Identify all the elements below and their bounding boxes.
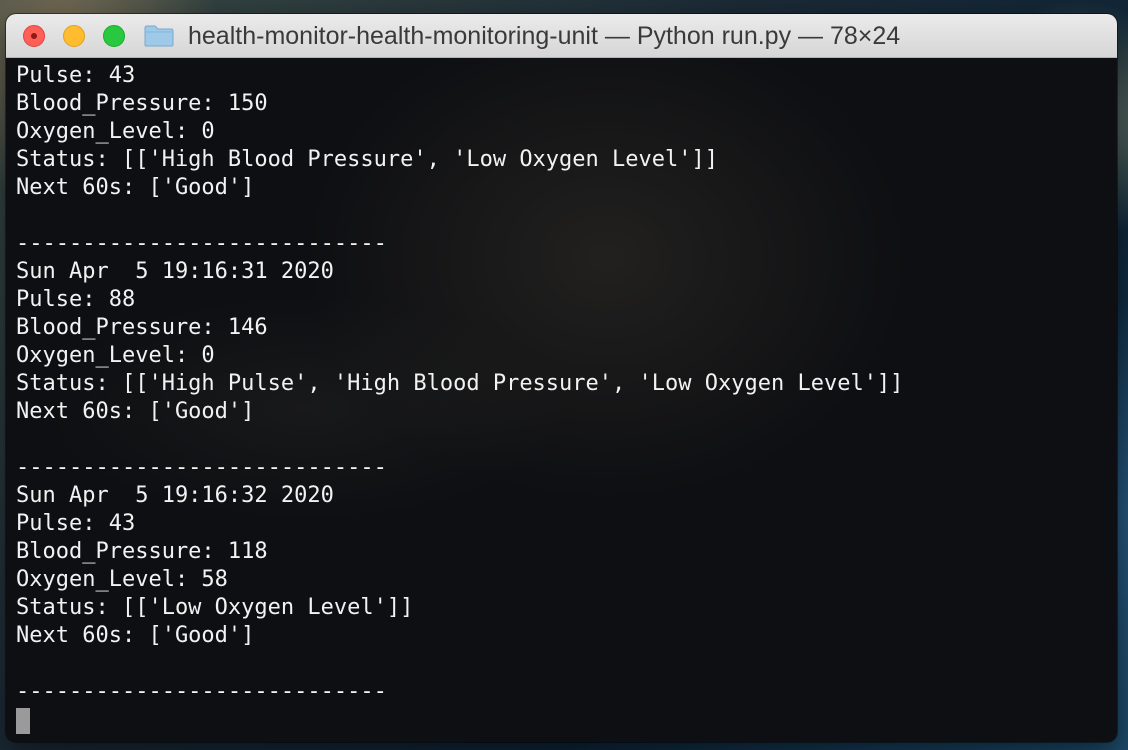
separator-line: ---------------------------- — [16, 455, 387, 480]
terminal-line: Blood_Pressure: 150 — [16, 91, 268, 116]
zoom-button[interactable] — [103, 25, 125, 47]
terminal-line: Blood_Pressure: 146 — [16, 315, 268, 340]
terminal-line: Next 60s: ['Good'] — [16, 175, 255, 200]
window-title: health-monitor-health-monitoring-unit — … — [188, 22, 901, 50]
terminal-content[interactable]: Pulse: 43 Blood_Pressure: 150 Oxygen_Lev… — [6, 58, 1117, 742]
folder-icon — [144, 25, 174, 47]
terminal-line: Pulse: 43 — [16, 63, 136, 88]
terminal-line: Pulse: 43 — [16, 511, 136, 536]
terminal-line: Oxygen_Level: 58 — [16, 567, 228, 592]
separator-line: ---------------------------- — [16, 679, 387, 704]
timestamp-line: Sun Apr 5 19:16:31 2020 — [16, 259, 334, 284]
terminal-line: Next 60s: ['Good'] — [16, 399, 255, 424]
close-button[interactable] — [23, 25, 45, 47]
terminal-line: Oxygen_Level: 0 — [16, 343, 215, 368]
separator-line: ---------------------------- — [16, 231, 387, 256]
terminal-line: Oxygen_Level: 0 — [16, 119, 215, 144]
minimize-button[interactable] — [63, 25, 85, 47]
title-bar[interactable]: health-monitor-health-monitoring-unit — … — [6, 14, 1117, 58]
terminal-line: Pulse: 88 — [16, 287, 136, 312]
timestamp-line: Sun Apr 5 19:16:32 2020 — [16, 483, 334, 508]
terminal-window[interactable]: health-monitor-health-monitoring-unit — … — [6, 14, 1117, 742]
terminal-line: Blood_Pressure: 118 — [16, 539, 268, 564]
text-cursor — [16, 708, 30, 734]
terminal-line: Status: [['High Pulse', 'High Blood Pres… — [16, 371, 904, 396]
terminal-line: Next 60s: ['Good'] — [16, 623, 255, 648]
terminal-line: Status: [['Low Oxygen Level']] — [16, 595, 414, 620]
terminal-line: Status: [['High Blood Pressure', 'Low Ox… — [16, 147, 718, 172]
